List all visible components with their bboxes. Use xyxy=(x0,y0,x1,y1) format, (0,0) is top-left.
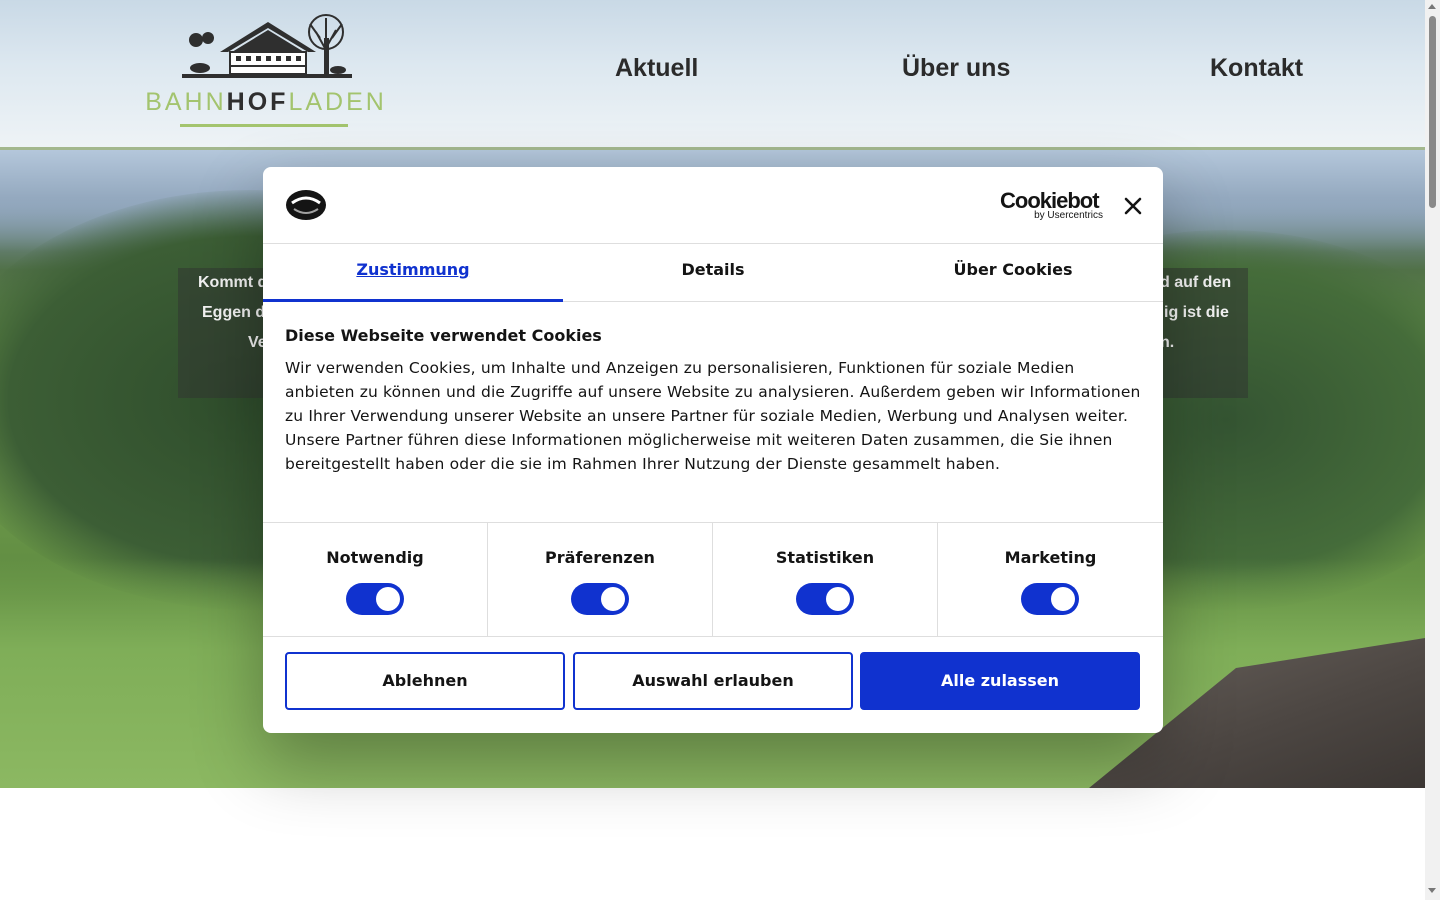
cookiebot-brand-sub: by Usercentrics xyxy=(1034,210,1103,221)
hero-text-line: ig ist die xyxy=(1164,304,1229,321)
toggle-knob xyxy=(376,587,400,611)
nav-item-ueber-uns[interactable]: Über uns xyxy=(902,54,1010,83)
scroll-up-icon[interactable] xyxy=(1428,4,1436,9)
hero-text-line: d auf den xyxy=(1160,274,1232,291)
cookie-logo-icon xyxy=(286,190,326,220)
page-scrollbar[interactable] xyxy=(1425,0,1440,900)
cookie-categories: Notwendig Präferenzen Statistiken Market… xyxy=(263,522,1163,637)
category-label: Statistiken xyxy=(775,548,875,567)
logo-wordmark: BAHNHOFLADEN xyxy=(145,88,387,116)
close-icon[interactable] xyxy=(1121,194,1145,218)
category-notwendig: Notwendig xyxy=(263,523,488,636)
scrollbar-thumb[interactable] xyxy=(1429,16,1436,208)
nav-item-aktuell[interactable]: Aktuell xyxy=(615,54,698,83)
site-logo[interactable]: BAHNHOFLADEN xyxy=(138,10,394,130)
category-label: Marketing xyxy=(1004,548,1097,567)
toggle-notwendig[interactable] xyxy=(346,583,404,615)
toggle-statistiken[interactable] xyxy=(796,583,854,615)
category-praeferenzen: Präferenzen xyxy=(488,523,713,636)
category-marketing: Marketing xyxy=(938,523,1163,636)
dialog-description: Wir verwenden Cookies, um Inhalte und An… xyxy=(285,359,1141,473)
dialog-tabs: Zustimmung Details Über Cookies xyxy=(263,244,1163,302)
toggle-praeferenzen[interactable] xyxy=(571,583,629,615)
dialog-header: Cookiebot by Usercentrics xyxy=(263,167,1163,244)
tab-details[interactable]: Details xyxy=(563,244,863,302)
toggle-marketing[interactable] xyxy=(1021,583,1079,615)
toggle-knob xyxy=(826,587,850,611)
toggle-knob xyxy=(601,587,625,611)
tab-ueber-cookies[interactable]: Über Cookies xyxy=(863,244,1163,302)
farmhouse-logo-icon xyxy=(182,14,352,78)
toggle-knob xyxy=(1051,587,1075,611)
allow-selection-button[interactable]: Auswahl erlauben xyxy=(573,652,853,710)
cookie-consent-dialog: Cookiebot by Usercentrics Zustimmung Det… xyxy=(263,167,1163,733)
cookiebot-brand[interactable]: Cookiebot by Usercentrics xyxy=(1000,188,1106,222)
scroll-down-icon[interactable] xyxy=(1428,888,1436,893)
tab-zustimmung[interactable]: Zustimmung xyxy=(263,244,563,302)
reject-button[interactable]: Ablehnen xyxy=(285,652,565,710)
nav-item-kontakt[interactable]: Kontakt xyxy=(1210,54,1303,83)
category-statistiken: Statistiken xyxy=(713,523,938,636)
allow-all-button[interactable]: Alle zulassen xyxy=(860,652,1140,710)
category-label: Präferenzen xyxy=(545,548,655,567)
site-header: BAHNHOFLADEN Aktuell Über uns Kontakt xyxy=(0,0,1425,150)
hero-text-line: Kommt d xyxy=(198,274,268,291)
dialog-title: Diese Webseite verwendet Cookies xyxy=(285,326,602,345)
category-label: Notwendig xyxy=(326,548,424,567)
logo-underline xyxy=(180,124,348,127)
